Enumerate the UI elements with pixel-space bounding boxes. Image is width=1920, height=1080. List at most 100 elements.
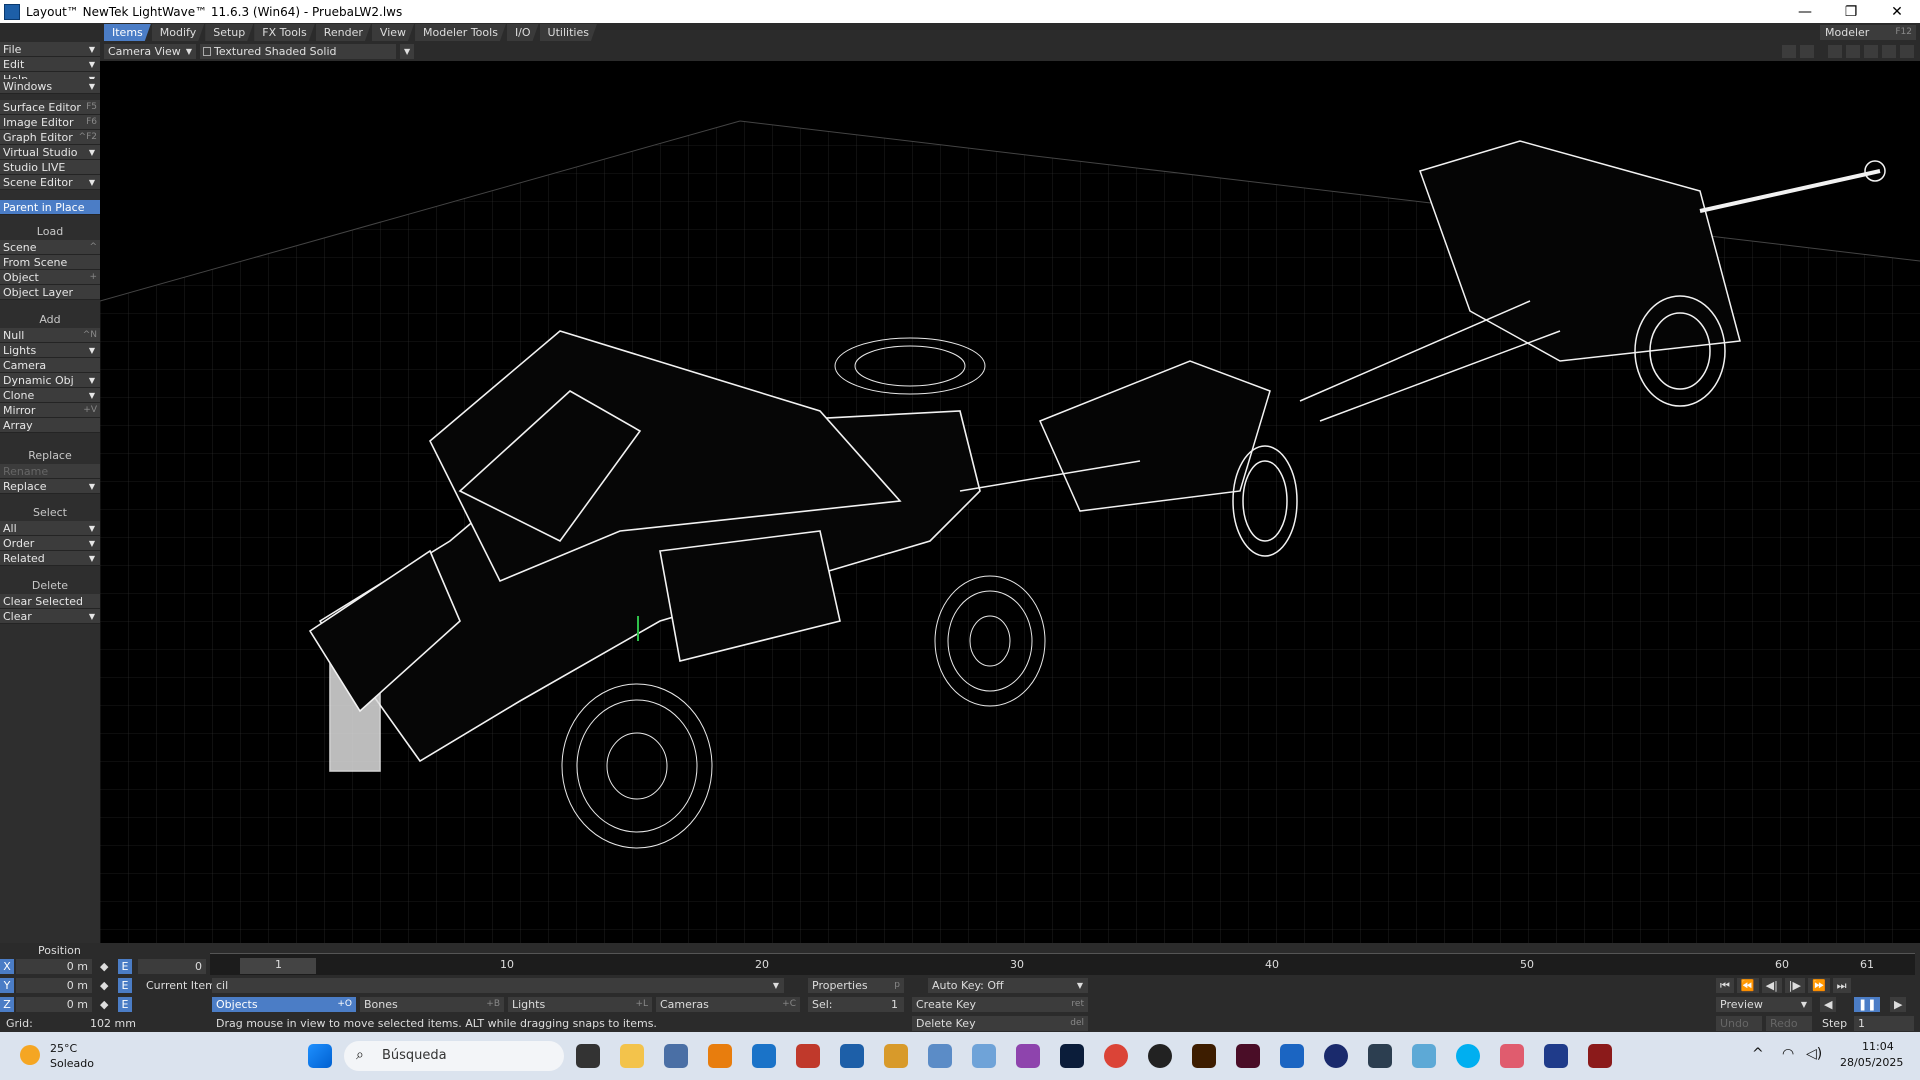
virtual-studio-button[interactable]: Virtual Studio ▼ (0, 145, 100, 160)
dynamic-obj-button[interactable]: Dynamic Obj ▼ (0, 373, 100, 388)
zoom-view-icon[interactable] (1864, 45, 1878, 58)
volume-icon[interactable]: ◁) (1806, 1046, 1822, 1062)
edit-button[interactable]: Edit ▼ (0, 57, 100, 72)
create-key-button[interactable]: Create Key ret (912, 997, 1088, 1012)
illustrator-icon[interactable] (1192, 1044, 1216, 1068)
lights-button[interactable]: Lights +L (508, 997, 652, 1012)
surface-editor-button[interactable]: Surface Editor F5 (0, 100, 100, 115)
tab-setup[interactable]: Setup (205, 24, 253, 41)
tab-view[interactable]: View (372, 24, 414, 41)
fit-view-icon[interactable] (1900, 45, 1914, 58)
app-icon[interactable] (928, 1044, 952, 1068)
preview-dropdown[interactable]: Preview ▼ (1716, 997, 1812, 1012)
skype-icon[interactable] (1456, 1044, 1480, 1068)
x-step-icon[interactable]: ◆ (100, 959, 108, 974)
z-position-field[interactable]: 0 m (16, 997, 92, 1012)
play-icon[interactable]: ▶ (1890, 997, 1907, 1012)
clock-time[interactable]: 11:04 (1862, 1040, 1894, 1053)
move-view-icon[interactable] (1828, 45, 1842, 58)
frame-start-field[interactable]: 0 (138, 959, 206, 974)
all-button[interactable]: All ▼ (0, 521, 100, 536)
null-button[interactable]: Null ^N (0, 328, 100, 343)
replace-button[interactable]: Replace ▼ (0, 479, 100, 494)
go-to-end-icon[interactable]: ⏭ (1832, 978, 1851, 993)
play-reverse-icon[interactable]: ◀ (1820, 997, 1837, 1012)
windows-start-icon[interactable] (308, 1044, 332, 1068)
properties-button[interactable]: Properties p (808, 978, 904, 993)
next-frame-icon[interactable]: |▶ (1784, 978, 1805, 993)
scene-button[interactable]: Scene ^ (0, 240, 100, 255)
file-explorer-icon[interactable] (620, 1044, 644, 1068)
windows-menu-button[interactable]: Windows ▼ (0, 79, 100, 94)
app-icon[interactable] (1280, 1044, 1304, 1068)
redo-button[interactable]: Redo (1766, 1016, 1812, 1031)
objects-button[interactable]: Objects +O (212, 997, 356, 1012)
cameras-button[interactable]: Cameras +C (656, 997, 800, 1012)
chevron-up-icon[interactable]: ^ (1752, 1046, 1764, 1062)
tab-modify[interactable]: Modify (152, 24, 204, 41)
rotate-view-icon[interactable] (1846, 45, 1860, 58)
viewport-menu-icon[interactable] (1782, 45, 1796, 58)
app-icon[interactable] (796, 1044, 820, 1068)
wifi-icon[interactable]: ◠ (1782, 1046, 1794, 1062)
app-icon[interactable] (1412, 1044, 1436, 1068)
tab-modeler-tools[interactable]: Modeler Tools (415, 24, 506, 41)
tab-i-o[interactable]: I/O (507, 24, 539, 41)
image-editor-button[interactable]: Image Editor F6 (0, 115, 100, 130)
modeler-button[interactable]: Modeler F12 (1820, 25, 1916, 40)
indesign-icon[interactable] (1236, 1044, 1260, 1068)
x-position-field[interactable]: 0 m (16, 959, 92, 974)
maximize-viewport-icon[interactable] (1800, 45, 1814, 58)
y-envelope-button[interactable]: E (118, 978, 132, 993)
app-icon[interactable] (1368, 1044, 1392, 1068)
app-icon[interactable] (1544, 1044, 1568, 1068)
z-envelope-button[interactable]: E (118, 997, 132, 1012)
order-button[interactable]: Order ▼ (0, 536, 100, 551)
app-icon[interactable] (1500, 1044, 1524, 1068)
view-type-dropdown[interactable]: Camera View ▼ (104, 44, 196, 59)
app-icon[interactable] (972, 1044, 996, 1068)
timeline[interactable]: 1 10 20 30 40 50 60 61 (210, 953, 1915, 975)
minimize-button[interactable]: — (1782, 4, 1828, 20)
shading-mode-dropdown[interactable]: Textured Shaded Solid Wireframe ▼ (200, 44, 396, 73)
calculator-icon[interactable] (664, 1044, 688, 1068)
app-icon[interactable] (884, 1044, 908, 1068)
x-envelope-button[interactable]: E (118, 959, 132, 974)
undo-button[interactable]: Undo (1716, 1016, 1762, 1031)
blender-icon[interactable] (708, 1044, 732, 1068)
y-position-field[interactable]: 0 m (16, 978, 92, 993)
taskbar-search-box[interactable]: ⌕ Búsqueda (344, 1041, 564, 1071)
step-field[interactable]: 1 (1854, 1016, 1914, 1031)
studio-live-button[interactable]: Studio LIVE (0, 160, 100, 175)
clear-selected-button[interactable]: Clear Selected (0, 594, 100, 609)
related-button[interactable]: Related ▼ (0, 551, 100, 566)
app-icon[interactable] (752, 1044, 776, 1068)
scene-editor-button[interactable]: Scene Editor ▼ (0, 175, 100, 190)
bones-button[interactable]: Bones +B (360, 997, 504, 1012)
task-view-icon[interactable] (576, 1044, 600, 1068)
auto-key-dropdown[interactable]: Auto Key: Off ▼ (928, 978, 1088, 993)
tab-utilities[interactable]: Utilities (540, 24, 597, 41)
app-icon[interactable] (1016, 1044, 1040, 1068)
viewport-options-button[interactable]: ▼ (400, 44, 414, 59)
y-step-icon[interactable]: ◆ (100, 978, 108, 993)
winrar-icon[interactable] (1588, 1044, 1612, 1068)
object-button[interactable]: Object + (0, 270, 100, 285)
photoshop-icon[interactable] (1060, 1044, 1084, 1068)
chrome-icon[interactable] (1104, 1044, 1128, 1068)
file-button[interactable]: File ▼ (0, 42, 100, 57)
previous-key-icon[interactable]: ⏪ (1736, 978, 1759, 993)
delete-key-button[interactable]: Delete Key del (912, 1016, 1088, 1031)
next-key-icon[interactable]: ⏩ (1807, 978, 1830, 993)
maximize-button[interactable]: ❐ (1828, 4, 1874, 20)
current-item-dropdown[interactable]: cil ▼ (212, 978, 784, 993)
tab-fx-tools[interactable]: FX Tools (254, 24, 314, 41)
z-step-icon[interactable]: ◆ (100, 997, 108, 1012)
object-layer-button[interactable]: Object Layer (0, 285, 100, 300)
clear-button[interactable]: Clear ▼ (0, 609, 100, 624)
close-button[interactable]: ✕ (1874, 4, 1920, 20)
tab-render[interactable]: Render (316, 24, 371, 41)
mirror-button[interactable]: Mirror +V (0, 403, 100, 418)
rename-button[interactable]: Rename (0, 464, 100, 479)
pause-icon[interactable]: ❚❚ (1854, 997, 1881, 1012)
